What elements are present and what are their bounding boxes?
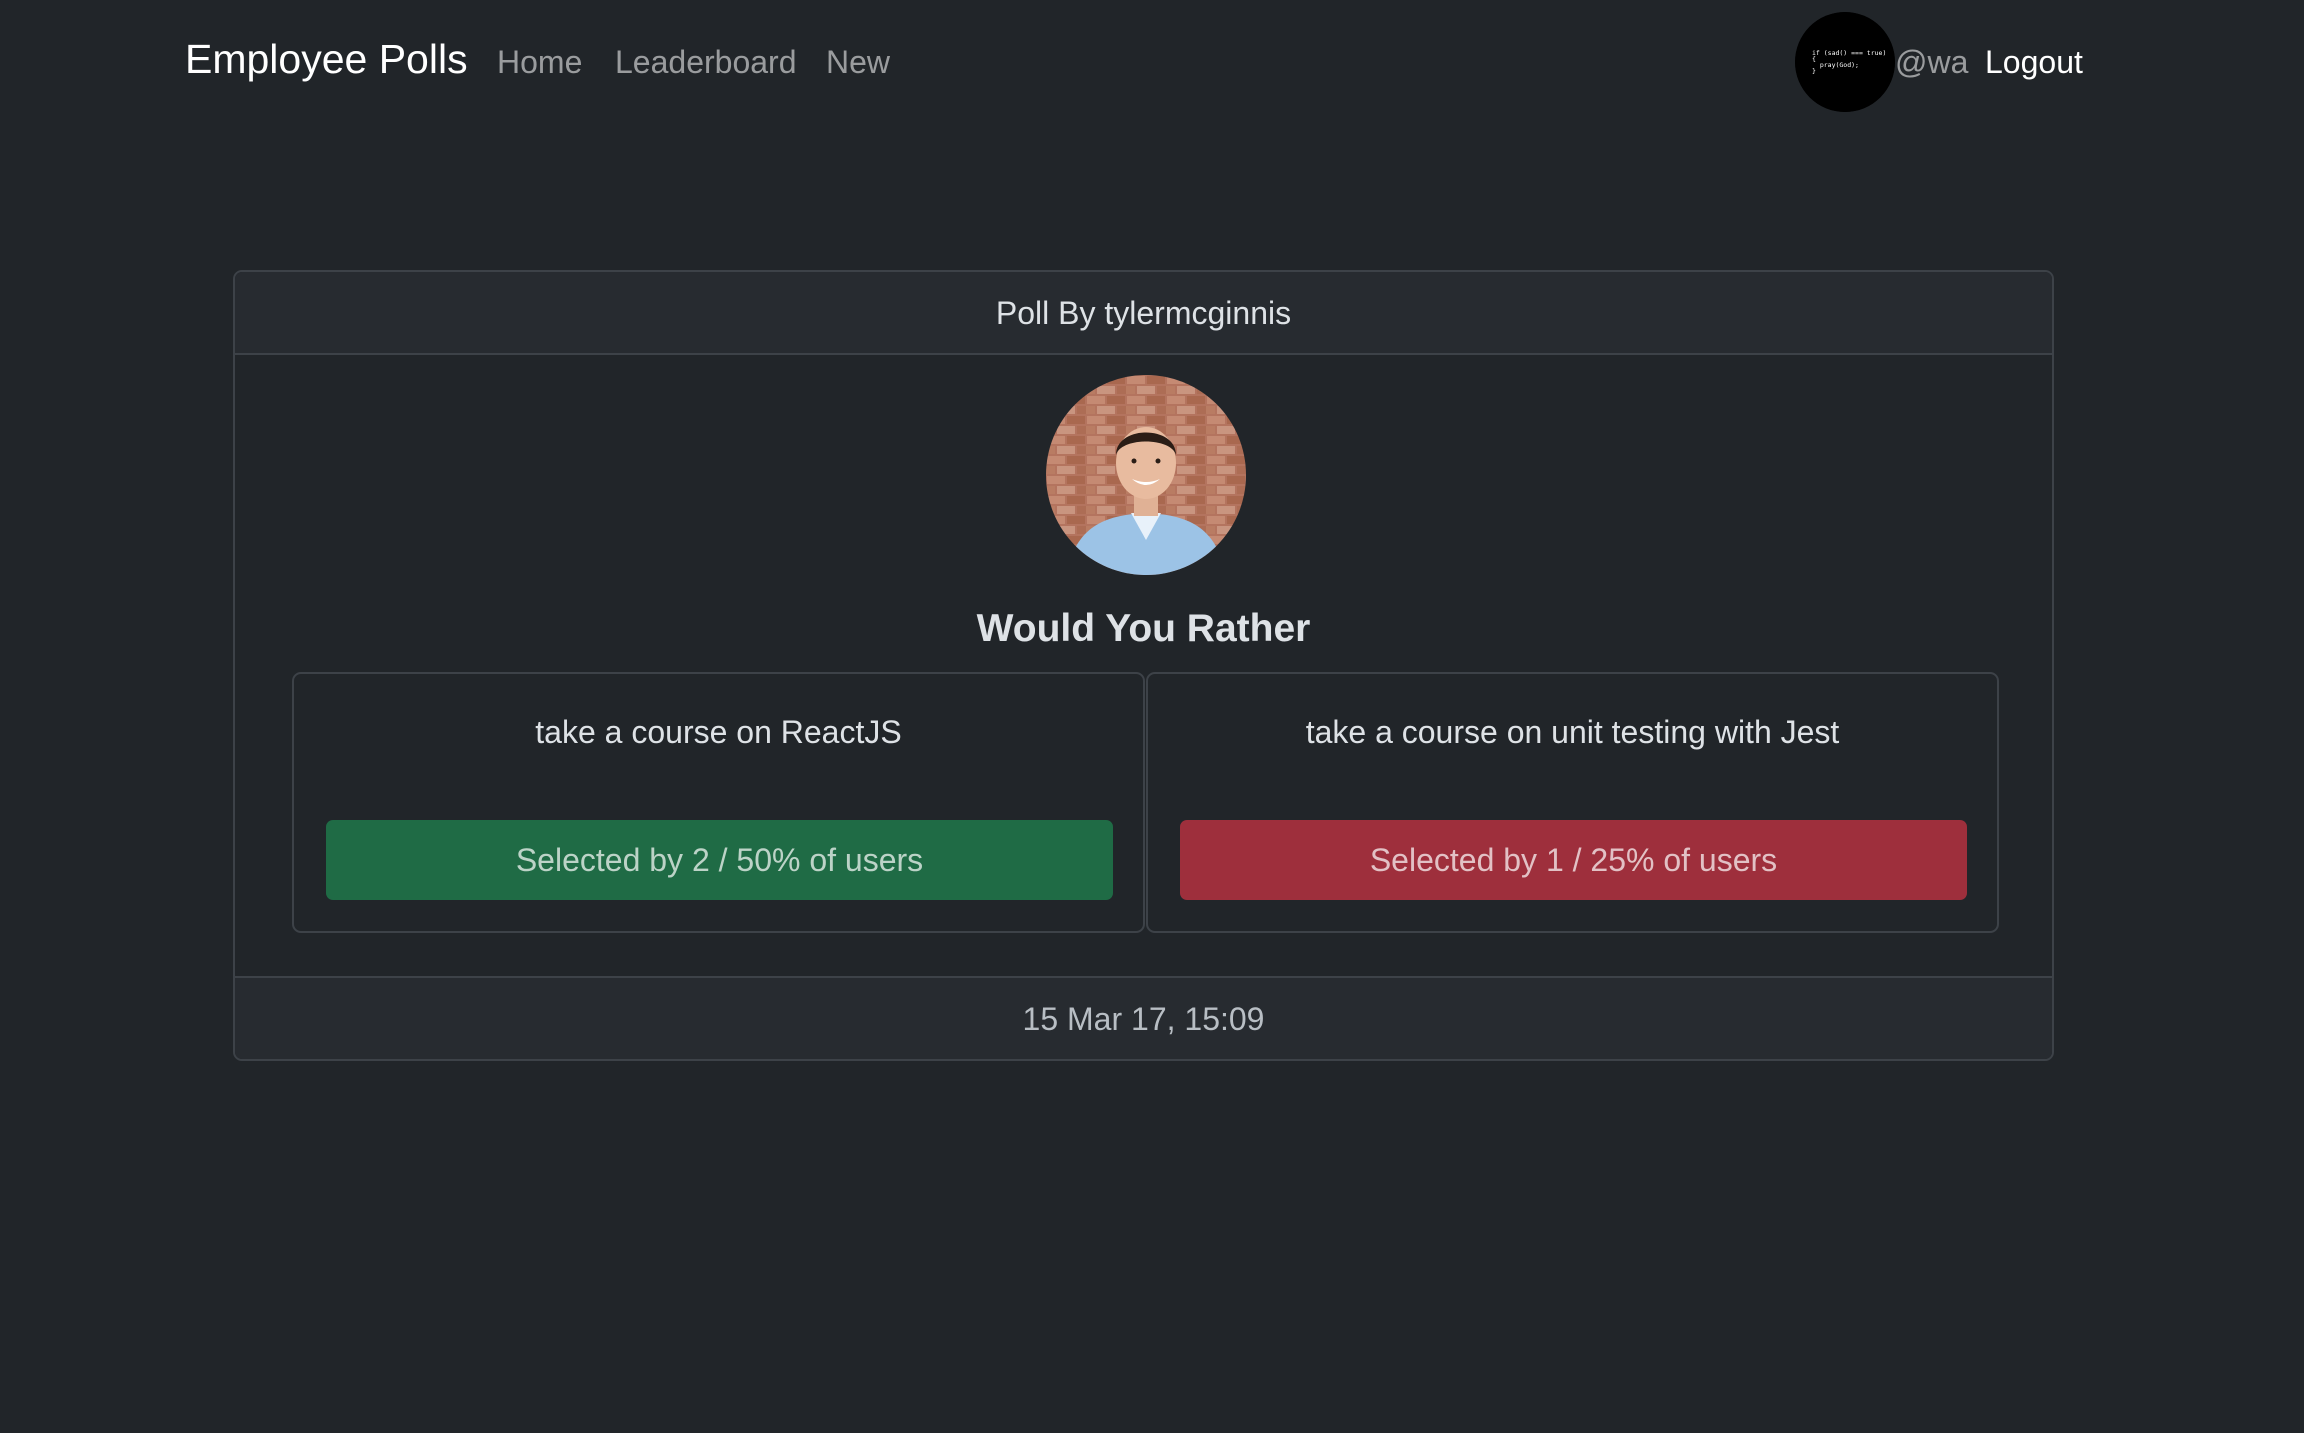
nav-leaderboard-link[interactable]: Leaderboard [615,44,796,81]
poll-question: Would You Rather [976,607,1311,650]
option-card-2: take a course on unit testing with Jest … [1146,672,1999,933]
poll-header: Poll By tylermcginnis [235,272,2052,355]
option-card-1: take a course on ReactJS Selected by 2 /… [292,672,1145,933]
poll-card: Poll By tylermcginnis Would You Rather t… [233,270,2054,1061]
author-avatar [1046,375,1246,575]
option-result-2[interactable]: Selected by 1 / 25% of users [1180,820,1967,900]
poll-timestamp: 15 Mar 17, 15:09 [235,976,2052,1059]
page-bottom-edge [0,1433,2304,1440]
option-text-2: take a course on unit testing with Jest [1305,714,1840,750]
option-result-1[interactable]: Selected by 2 / 50% of users [326,820,1113,900]
code-snippet-icon: if (sad() === true) { pray(God); } [1795,12,1895,112]
nav-new-link[interactable]: New [826,44,890,81]
avatar-code-line: } [1812,67,1816,75]
user-avatar: if (sad() === true) { pray(God); } [1795,12,1895,112]
option-text-1: take a course on ReactJS [535,714,902,750]
top-navbar: Employee Polls Home Leaderboard New if (… [0,0,2304,128]
logout-link[interactable]: Logout [1985,44,2083,81]
person-photo-icon [1046,375,1246,575]
avatar-code-line: pray(God); [1812,61,1859,69]
nav-home-link[interactable]: Home [497,44,582,81]
brand-link[interactable]: Employee Polls [185,36,468,83]
user-handle: @wa [1895,44,1969,80]
avatar-code-line: if (sad() === true) [1812,49,1886,57]
